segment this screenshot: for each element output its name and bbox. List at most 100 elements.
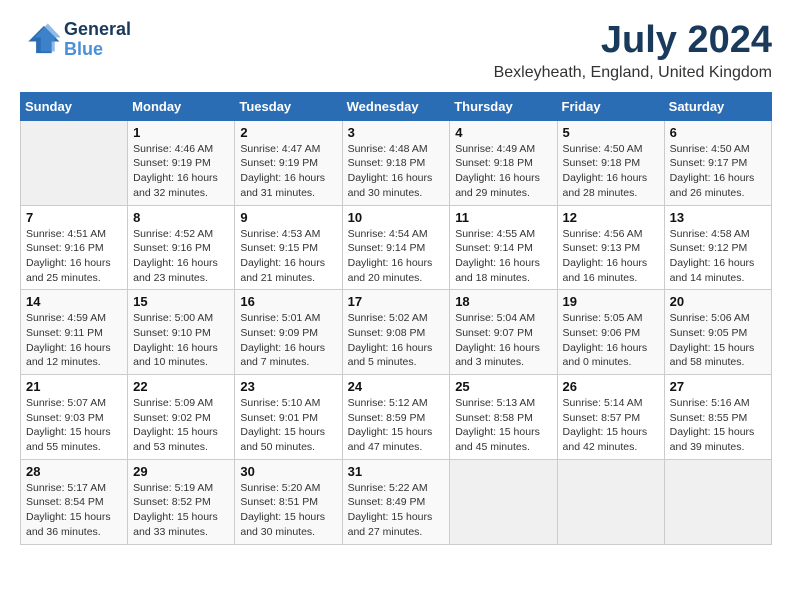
calendar-week-1: 1 Sunrise: 4:46 AM Sunset: 9:19 PM Daylig… xyxy=(21,120,772,205)
weekday-header-tuesday: Tuesday xyxy=(235,92,342,120)
weekday-header-thursday: Thursday xyxy=(450,92,557,120)
calendar-header: SundayMondayTuesdayWednesdayThursdayFrid… xyxy=(21,92,772,120)
calendar-cell: 4Sunrise: 4:49 AM Sunset: 9:18 PM Daylig… xyxy=(450,120,557,205)
day-info: Sunrise: 5:20 AM Sunset: 8:51 PM Dayligh… xyxy=(240,481,336,540)
day-info: Sunrise: 5:16 AM Sunset: 8:55 PM Dayligh… xyxy=(670,396,766,455)
calendar-cell: 24 Sunrise: 5:12 AM Sunset: 8:59 PM Dayli… xyxy=(342,375,450,460)
calendar-cell: 30 Sunrise: 5:20 AM Sunset: 8:51 PM Dayli… xyxy=(235,459,342,544)
calendar-cell: 2 Sunrise: 4:47 AM Sunset: 9:19 PM Daylig… xyxy=(235,120,342,205)
calendar-cell: 12 Sunrise: 4:56 AM Sunset: 9:13 PM Dayli… xyxy=(557,205,664,290)
day-info: Sunrise: 5:00 AM Sunset: 9:10 PM Dayligh… xyxy=(133,311,229,370)
day-info: Sunrise: 4:58 AM Sunset: 9:12 PM Dayligh… xyxy=(670,227,766,286)
day-number: 23 xyxy=(240,379,336,394)
calendar-cell xyxy=(557,459,664,544)
weekday-header-friday: Friday xyxy=(557,92,664,120)
day-number: 1 xyxy=(133,125,229,140)
day-info: Sunrise: 5:13 AM Sunset: 8:58 PM Dayligh… xyxy=(455,396,551,455)
day-info: Sunrise: 5:01 AM Sunset: 9:09 PM Dayligh… xyxy=(240,311,336,370)
day-number: 20 xyxy=(670,294,766,309)
calendar-cell: 7 Sunrise: 4:51 AM Sunset: 9:16 PM Daylig… xyxy=(21,205,128,290)
day-info: Sunrise: 4:47 AM Sunset: 9:19 PM Dayligh… xyxy=(240,142,336,201)
weekday-header-monday: Monday xyxy=(128,92,235,120)
calendar-cell: 28Sunrise: 5:17 AM Sunset: 8:54 PM Dayli… xyxy=(21,459,128,544)
weekday-header-saturday: Saturday xyxy=(664,92,771,120)
day-number: 25 xyxy=(455,379,551,394)
day-info: Sunrise: 4:55 AM Sunset: 9:14 PM Dayligh… xyxy=(455,227,551,286)
day-number: 30 xyxy=(240,464,336,479)
day-number: 2 xyxy=(240,125,336,140)
day-number: 15 xyxy=(133,294,229,309)
calendar-cell: 31 Sunrise: 5:22 AM Sunset: 8:49 PM Dayli… xyxy=(342,459,450,544)
logo-icon xyxy=(20,22,60,57)
day-number: 27 xyxy=(670,379,766,394)
calendar-week-2: 7 Sunrise: 4:51 AM Sunset: 9:16 PM Daylig… xyxy=(21,205,772,290)
logo-line1: General xyxy=(64,20,131,40)
day-info: Sunrise: 4:49 AM Sunset: 9:18 PM Dayligh… xyxy=(455,142,551,201)
day-info: Sunrise: 4:51 AM Sunset: 9:16 PM Dayligh… xyxy=(26,227,122,286)
calendar-cell: 1 Sunrise: 4:46 AM Sunset: 9:19 PM Daylig… xyxy=(128,120,235,205)
day-info: Sunrise: 5:10 AM Sunset: 9:01 PM Dayligh… xyxy=(240,396,336,455)
day-info: Sunrise: 4:50 AM Sunset: 9:17 PM Dayligh… xyxy=(670,142,766,201)
day-number: 10 xyxy=(348,210,445,225)
day-number: 17 xyxy=(348,294,445,309)
calendar-cell: 16Sunrise: 5:01 AM Sunset: 9:09 PM Dayli… xyxy=(235,290,342,375)
calendar-cell: 18Sunrise: 5:04 AM Sunset: 9:07 PM Dayli… xyxy=(450,290,557,375)
calendar-cell: 26 Sunrise: 5:14 AM Sunset: 8:57 PM Dayli… xyxy=(557,375,664,460)
calendar-cell: 15 Sunrise: 5:00 AM Sunset: 9:10 PM Dayli… xyxy=(128,290,235,375)
day-info: Sunrise: 5:19 AM Sunset: 8:52 PM Dayligh… xyxy=(133,481,229,540)
calendar-cell: 5 Sunrise: 4:50 AM Sunset: 9:18 PM Daylig… xyxy=(557,120,664,205)
day-number: 3 xyxy=(348,125,445,140)
day-info: Sunrise: 5:17 AM Sunset: 8:54 PM Dayligh… xyxy=(26,481,122,540)
day-info: Sunrise: 5:06 AM Sunset: 9:05 PM Dayligh… xyxy=(670,311,766,370)
day-info: Sunrise: 5:22 AM Sunset: 8:49 PM Dayligh… xyxy=(348,481,445,540)
day-number: 31 xyxy=(348,464,445,479)
calendar-cell: 8Sunrise: 4:52 AM Sunset: 9:16 PM Daylig… xyxy=(128,205,235,290)
calendar-body: 1 Sunrise: 4:46 AM Sunset: 9:19 PM Daylig… xyxy=(21,120,772,544)
calendar-cell: 10 Sunrise: 4:54 AM Sunset: 9:14 PM Dayli… xyxy=(342,205,450,290)
day-info: Sunrise: 4:56 AM Sunset: 9:13 PM Dayligh… xyxy=(563,227,659,286)
logo-line2: Blue xyxy=(64,40,131,60)
day-number: 24 xyxy=(348,379,445,394)
weekday-header-row: SundayMondayTuesdayWednesdayThursdayFrid… xyxy=(21,92,772,120)
day-number: 18 xyxy=(455,294,551,309)
day-info: Sunrise: 5:12 AM Sunset: 8:59 PM Dayligh… xyxy=(348,396,445,455)
day-number: 5 xyxy=(563,125,659,140)
calendar-cell: 14 Sunrise: 4:59 AM Sunset: 9:11 PM Dayli… xyxy=(21,290,128,375)
day-number: 7 xyxy=(26,210,122,225)
calendar-cell xyxy=(21,120,128,205)
calendar-table: SundayMondayTuesdayWednesdayThursdayFrid… xyxy=(20,92,772,545)
day-info: Sunrise: 4:50 AM Sunset: 9:18 PM Dayligh… xyxy=(563,142,659,201)
calendar-cell: 3 Sunrise: 4:48 AM Sunset: 9:18 PM Daylig… xyxy=(342,120,450,205)
calendar-cell: 6 Sunrise: 4:50 AM Sunset: 9:17 PM Daylig… xyxy=(664,120,771,205)
calendar-cell xyxy=(664,459,771,544)
header: General Blue July 2024 Bexleyheath, Engl… xyxy=(20,20,772,82)
subtitle: Bexleyheath, England, United Kingdom xyxy=(494,64,772,82)
day-info: Sunrise: 5:14 AM Sunset: 8:57 PM Dayligh… xyxy=(563,396,659,455)
calendar-cell: 20 Sunrise: 5:06 AM Sunset: 9:05 PM Dayli… xyxy=(664,290,771,375)
day-number: 14 xyxy=(26,294,122,309)
day-info: Sunrise: 5:07 AM Sunset: 9:03 PM Dayligh… xyxy=(26,396,122,455)
main-title: July 2024 xyxy=(494,20,772,62)
day-info: Sunrise: 5:02 AM Sunset: 9:08 PM Dayligh… xyxy=(348,311,445,370)
calendar-cell: 29 Sunrise: 5:19 AM Sunset: 8:52 PM Dayli… xyxy=(128,459,235,544)
calendar-cell: 23 Sunrise: 5:10 AM Sunset: 9:01 PM Dayli… xyxy=(235,375,342,460)
calendar-cell: 19 Sunrise: 5:05 AM Sunset: 9:06 PM Dayli… xyxy=(557,290,664,375)
day-number: 6 xyxy=(670,125,766,140)
day-info: Sunrise: 4:53 AM Sunset: 9:15 PM Dayligh… xyxy=(240,227,336,286)
calendar-cell: 27 Sunrise: 5:16 AM Sunset: 8:55 PM Dayli… xyxy=(664,375,771,460)
day-number: 26 xyxy=(563,379,659,394)
day-number: 29 xyxy=(133,464,229,479)
day-number: 19 xyxy=(563,294,659,309)
calendar-cell: 21Sunrise: 5:07 AM Sunset: 9:03 PM Dayli… xyxy=(21,375,128,460)
day-info: Sunrise: 4:54 AM Sunset: 9:14 PM Dayligh… xyxy=(348,227,445,286)
calendar-cell: 25 Sunrise: 5:13 AM Sunset: 8:58 PM Dayli… xyxy=(450,375,557,460)
day-number: 13 xyxy=(670,210,766,225)
day-info: Sunrise: 4:46 AM Sunset: 9:19 PM Dayligh… xyxy=(133,142,229,201)
day-info: Sunrise: 4:48 AM Sunset: 9:18 PM Dayligh… xyxy=(348,142,445,201)
day-number: 8 xyxy=(133,210,229,225)
day-info: Sunrise: 5:05 AM Sunset: 9:06 PM Dayligh… xyxy=(563,311,659,370)
weekday-header-sunday: Sunday xyxy=(21,92,128,120)
day-info: Sunrise: 4:59 AM Sunset: 9:11 PM Dayligh… xyxy=(26,311,122,370)
calendar-cell: 17 Sunrise: 5:02 AM Sunset: 9:08 PM Dayli… xyxy=(342,290,450,375)
day-number: 12 xyxy=(563,210,659,225)
